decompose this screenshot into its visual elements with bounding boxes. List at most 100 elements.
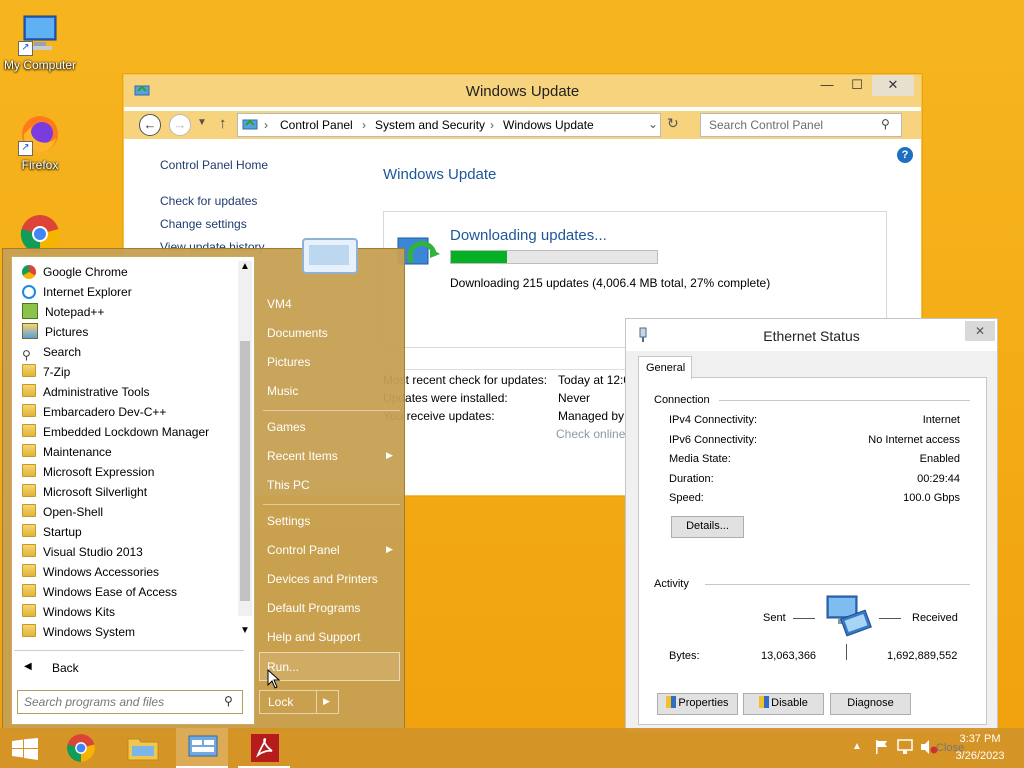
refresh-icon[interactable]: ↻ [667,115,679,132]
connection-row-label: Duration: [669,472,714,485]
search-icon[interactable]: ⚲ [881,117,890,131]
sidebar-link-check[interactable]: Check for updates [160,194,257,208]
show-hidden-icons-button[interactable]: ▲ [852,741,862,752]
forward-button[interactable]: → [169,114,191,136]
properties-button[interactable]: Properties [657,693,738,715]
breadcrumb-windows-update[interactable]: Windows Update [503,118,594,132]
start-search-input[interactable]: Search programs and files ⚲ [17,690,243,714]
chevron-right-icon: › [490,118,494,132]
desktop-icon-firefox[interactable]: ↗ Firefox [0,112,80,172]
breadcrumb-system-security[interactable]: System and Security [375,118,485,132]
up-button[interactable]: ↑ [219,115,227,132]
back-button[interactable]: ← [139,114,161,136]
tab-general[interactable]: General [638,356,692,379]
taskbar-acrobat[interactable] [238,728,290,768]
start-program-item[interactable]: Embarcadero Dev-C++ [22,402,166,422]
start-program-item[interactable]: Embedded Lockdown Manager [22,422,209,442]
taskbar-control-panel[interactable] [176,728,228,768]
taskbar-chrome[interactable] [56,728,108,768]
dialog-titlebar[interactable]: Ethernet Status ✕ [626,319,997,351]
start-program-item[interactable]: Windows Kits [22,602,115,622]
start-program-item[interactable]: Open-Shell [22,502,103,522]
acrobat-icon [250,733,280,766]
start-item-recent[interactable]: Recent Items [267,445,338,467]
clock-time[interactable]: 3:37 PM [952,733,1008,745]
disable-button[interactable]: Disable [743,693,824,715]
chevron-down-icon[interactable]: ⌄ [648,117,658,131]
window-titlebar[interactable]: Windows Update — ☐ ✕ [124,75,921,107]
start-program-item[interactable]: Google Chrome [22,262,128,282]
page-title: Windows Update [383,166,497,183]
start-item-defaults[interactable]: Default Programs [267,597,360,619]
details-button[interactable]: Details... [671,516,744,538]
folder-icon [22,384,36,397]
recent-locations-dropdown[interactable]: ▼ [197,117,207,128]
action-center-flag-icon[interactable] [874,739,890,758]
check-online-link[interactable]: Check online [556,427,625,441]
start-item-help[interactable]: Help and Support [267,626,360,648]
maximize-button[interactable]: ☐ [842,75,872,96]
sidebar-link-home[interactable]: Control Panel Home [160,158,268,172]
scroll-up-arrow[interactable]: ▲ [238,261,252,272]
start-program-item[interactable]: Microsoft Expression [22,462,154,482]
sent-label: Sent [763,612,786,624]
bytes-sent-value: 13,063,366 [761,650,817,662]
folder-icon [22,364,36,377]
start-program-item[interactable]: Notepad++ [22,302,104,322]
start-program-item[interactable]: Microsoft Silverlight [22,482,147,502]
start-button[interactable] [0,728,52,768]
start-item-documents[interactable]: Documents [267,322,328,344]
start-item-pictures[interactable]: Pictures [267,351,310,373]
search-icon[interactable]: ⚲ [224,694,233,708]
connection-group-label: Connection [654,394,710,406]
start-program-item[interactable]: Pictures [22,322,88,342]
activity-group-label: Activity [654,578,689,590]
start-item-music[interactable]: Music [267,380,298,402]
start-item-settings[interactable]: Settings [267,510,310,532]
start-item-user[interactable]: VM4 [267,293,292,315]
program-list-scrollbar[interactable]: ▲ ▼ [238,261,252,636]
windows-logo-icon [12,738,38,763]
start-program-label: Microsoft Expression [43,465,155,479]
start-program-item[interactable]: Windows Accessories [22,562,159,582]
minimize-button[interactable]: — [812,75,842,96]
network-tray-icon[interactable] [897,739,915,758]
start-item-this-pc[interactable]: This PC [267,474,310,496]
control-panel-icon [242,117,258,134]
divider [719,400,970,401]
taskbar-file-explorer[interactable] [117,728,169,768]
address-bar[interactable]: › Control Panel › System and Security › … [237,113,661,137]
scrollbar-thumb[interactable] [240,341,250,601]
start-program-item[interactable]: Internet Explorer [22,282,132,302]
start-program-item[interactable]: Maintenance [22,442,112,462]
start-program-item[interactable]: Windows System [22,622,135,642]
sidebar-link-change[interactable]: Change settings [160,217,247,231]
start-program-item[interactable]: Startup [22,522,82,542]
start-program-item[interactable]: 7-Zip [22,362,70,382]
start-program-item[interactable]: Visual Studio 2013 [22,542,143,562]
close-button[interactable]: ✕ [872,75,914,96]
desktop-icon-my-computer[interactable]: ↗ My Computer [0,12,80,72]
clock-date[interactable]: 3/26/2023 [950,750,1010,762]
back-button[interactable]: Back [52,661,79,675]
start-program-label: Google Chrome [43,265,128,279]
start-item-devices[interactable]: Devices and Printers [267,568,378,590]
connection-row-label: IPv4 Connectivity: [669,414,758,426]
diagnose-button[interactable]: Diagnose [830,693,911,715]
start-item-control-panel[interactable]: Control Panel [267,539,340,561]
properties-label: Properties [678,697,729,709]
desktop-icon-label: My Computer [3,58,77,72]
scroll-down-arrow[interactable]: ▼ [238,625,252,636]
search-input[interactable]: Search Control Panel ⚲ [700,113,902,137]
start-item-games[interactable]: Games [267,416,306,438]
disable-label: Disable [771,697,808,709]
start-program-item[interactable]: ⚲ Search [22,342,81,362]
start-program-item[interactable]: Windows Ease of Access [22,582,177,602]
breadcrumb-control-panel[interactable]: Control Panel [280,118,353,132]
close-button[interactable]: ✕ [965,321,995,341]
connection-row-value: Internet [922,414,960,426]
chevron-right-icon[interactable]: ▶ [323,696,330,707]
help-icon[interactable]: ? [897,147,913,163]
lock-button[interactable]: Lock ▶ [259,690,339,714]
start-program-item[interactable]: Administrative Tools [22,382,150,402]
